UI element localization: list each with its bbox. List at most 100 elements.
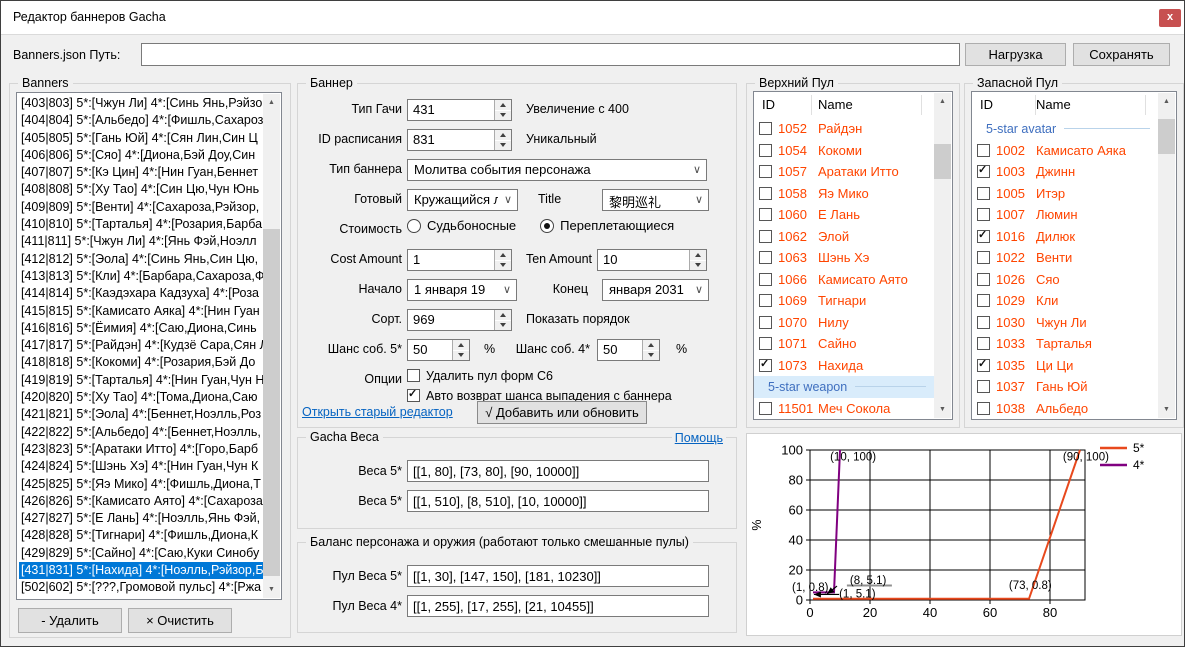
- delete-banner-button[interactable]: - Удалить: [18, 608, 122, 633]
- pool-item-row[interactable]: 1003Джинн: [972, 161, 1158, 183]
- banner-list-item[interactable]: [406|806] 5*:[Сяо] 4*:[Диона,Бэй Доу,Син: [19, 147, 263, 164]
- pool-item-row[interactable]: 1052Райдэн: [754, 118, 934, 140]
- pool-item-checkbox[interactable]: [977, 208, 990, 221]
- col-name[interactable]: Name: [818, 97, 853, 112]
- spin-up-icon[interactable]: [690, 250, 706, 260]
- pool-item-checkbox[interactable]: [759, 402, 772, 415]
- open-old-editor-link[interactable]: Открыть старый редактор: [302, 405, 453, 419]
- banner-list-item[interactable]: [408|808] 5*:[Ху Тао] 4*:[Син Цю,Чун Юнь: [19, 181, 263, 198]
- spin-up-icon[interactable]: [495, 130, 511, 140]
- pool-item-row[interactable]: 1030Чжун Ли: [972, 312, 1158, 334]
- spin-up-icon[interactable]: [495, 100, 511, 110]
- upper-pool-scrollbar[interactable]: ▲ ▼: [934, 93, 951, 418]
- pool-item-checkbox[interactable]: [977, 144, 990, 157]
- pool-item-row[interactable]: 1016Дилюк: [972, 226, 1158, 248]
- pool-item-row[interactable]: 1038Альбедо: [972, 398, 1158, 420]
- banner-list-item[interactable]: [424|824] 5*:[Шэнь Хэ] 4*:[Нин Гуан,Чун …: [19, 458, 263, 475]
- pool-item-row[interactable]: 1033Тарталья: [972, 333, 1158, 355]
- pool-item-checkbox[interactable]: [977, 316, 990, 329]
- pool-item-row[interactable]: 1060Е Лань: [754, 204, 934, 226]
- reserve-pool-scrollbar[interactable]: ▲ ▼: [1158, 93, 1175, 418]
- cost-radio-option[interactable]: Судьбоносные: [407, 218, 516, 233]
- pool-item-row[interactable]: 1066Камисато Аято: [754, 269, 934, 291]
- banner-list-item[interactable]: [431|831] 5*:[Нахида] 4*:[Ноэлль,Рэйзор,…: [19, 562, 263, 579]
- pool-item-checkbox[interactable]: [759, 144, 772, 157]
- banner-list-item[interactable]: [409|809] 5*:[Венти] 4*:[Сахароза,Рэйзор…: [19, 199, 263, 216]
- pool-item-checkbox[interactable]: [759, 230, 772, 243]
- scroll-up-icon[interactable]: ▲: [934, 93, 951, 110]
- pool-item-checkbox[interactable]: [977, 251, 990, 264]
- schedule-id-spinner[interactable]: 831: [407, 129, 512, 151]
- radio-icon[interactable]: [407, 219, 421, 233]
- pool-item-row[interactable]: 1054Кокоми: [754, 140, 934, 162]
- pool-item-checkbox[interactable]: [977, 337, 990, 350]
- spin-down-icon[interactable]: [495, 320, 511, 331]
- scroll-down-icon[interactable]: ▼: [1158, 401, 1175, 418]
- scrollbar-thumb[interactable]: [263, 229, 280, 576]
- banner-list-item[interactable]: [412|812] 5*:[Эола] 4*:[Синь Янь,Син Цю,: [19, 251, 263, 268]
- banner-list-item[interactable]: [418|818] 5*:[Кокоми] 4*:[Розария,Бэй До: [19, 354, 263, 371]
- sort-spinner[interactable]: 969: [407, 309, 512, 331]
- end-date-dropdown[interactable]: января 2031 ∨: [602, 279, 709, 301]
- pool-item-checkbox[interactable]: [759, 273, 772, 286]
- banner-list-item[interactable]: [421|821] 5*:[Эола] 4*:[Беннет,Ноэлль,Ро…: [19, 406, 263, 423]
- pool-item-checkbox[interactable]: [977, 359, 990, 372]
- banners-json-path-input[interactable]: [141, 43, 960, 66]
- spin-up-icon[interactable]: [643, 340, 659, 350]
- banner-list-item[interactable]: [502|602] 5*:[???,Громовой пульс] 4*:[Рж…: [19, 579, 263, 596]
- cost-radio-option[interactable]: Переплетающиеся: [540, 218, 674, 233]
- close-icon[interactable]: x: [1159, 9, 1181, 27]
- add-or-update-button[interactable]: √ Добавить или обновить: [477, 401, 647, 424]
- begin-date-dropdown[interactable]: 1 января 19 ∨: [407, 279, 517, 301]
- spin-down-icon[interactable]: [643, 350, 659, 361]
- pool-item-row[interactable]: 1070Нилу: [754, 312, 934, 334]
- pool-item-row[interactable]: 1037Гань Юй: [972, 376, 1158, 398]
- pool-weights5-input[interactable]: [407, 565, 709, 587]
- prefab-dropdown[interactable]: Кружащийся л ∨: [407, 189, 518, 211]
- banner-list-item[interactable]: [425|825] 5*:[Яэ Мико] 4*:[Фишль,Диона,Т: [19, 476, 263, 493]
- pool-item-row[interactable]: 1057Аратаки Итто: [754, 161, 934, 183]
- load-button[interactable]: Нагрузка: [965, 43, 1066, 66]
- pool-item-checkbox[interactable]: [759, 337, 772, 350]
- col-name[interactable]: Name: [1036, 97, 1071, 112]
- pool-item-checkbox[interactable]: [977, 165, 990, 178]
- option-checkbox[interactable]: [407, 389, 420, 402]
- pool-item-checkbox[interactable]: [759, 187, 772, 200]
- banner-list-item[interactable]: [426|826] 5*:[Камисато Аято] 4*:[Сахароз…: [19, 493, 263, 510]
- spin-down-icon[interactable]: [690, 260, 706, 271]
- banner-list-item[interactable]: [427|827] 5*:[Е Лань] 4*:[Ноэлль,Янь Фэй…: [19, 510, 263, 527]
- pool-item-checkbox[interactable]: [759, 316, 772, 329]
- pool-item-checkbox[interactable]: [759, 251, 772, 264]
- pool-item-checkbox[interactable]: [977, 230, 990, 243]
- pool-item-row[interactable]: 1069Тигнари: [754, 290, 934, 312]
- scrollbar-thumb[interactable]: [934, 144, 951, 179]
- pool-item-row[interactable]: 1062Элой: [754, 226, 934, 248]
- option-checkbox[interactable]: [407, 369, 420, 382]
- pool-item-checkbox[interactable]: [977, 294, 990, 307]
- banner-list-item[interactable]: [428|828] 5*:[Тигнари] 4*:[Фишль,Диона,К: [19, 527, 263, 544]
- pool-item-checkbox[interactable]: [977, 380, 990, 393]
- pool-item-checkbox[interactable]: [759, 359, 772, 372]
- ten-amount-spinner[interactable]: 10: [597, 249, 707, 271]
- banner-list-item[interactable]: [423|823] 5*:[Аратаки Итто] 4*:[Горо,Бар…: [19, 441, 263, 458]
- banners-listbox[interactable]: [403|803] 5*:[Чжун Ли] 4*:[Синь Янь,Рэйз…: [16, 92, 282, 600]
- spin-up-icon[interactable]: [495, 310, 511, 320]
- option-row[interactable]: Удалить пул форм С6: [407, 369, 672, 389]
- pool-item-row[interactable]: 1073Нахида: [754, 355, 934, 377]
- banner-list-item[interactable]: [420|820] 5*:[Ху Тао] 4*:[Тома,Диона,Саю: [19, 389, 263, 406]
- banner-list-item[interactable]: [416|816] 5*:[Ёимия] 4*:[Саю,Диона,Синь: [19, 320, 263, 337]
- banner-list-item[interactable]: [417|817] 5*:[Райдэн] 4*:[Кудзё Сара,Сян…: [19, 337, 263, 354]
- reserve-pool-list[interactable]: ID Name 5-star avatar1002Камисато Аяка10…: [971, 91, 1177, 420]
- clear-banners-button[interactable]: × Очистить: [128, 608, 232, 633]
- banner-list-item[interactable]: [405|805] 5*:[Гань Юй] 4*:[Сян Лин,Син Ц: [19, 130, 263, 147]
- pool-item-row[interactable]: 1005Итэр: [972, 183, 1158, 205]
- scroll-up-icon[interactable]: ▲: [1158, 93, 1175, 110]
- chance5-spinner[interactable]: 50: [407, 339, 470, 361]
- pool-item-row[interactable]: 1071Сайно: [754, 333, 934, 355]
- banner-list-item[interactable]: [413|813] 5*:[Кли] 4*:[Барбара,Сахароза,…: [19, 268, 263, 285]
- spin-up-icon[interactable]: [453, 340, 469, 350]
- spin-down-icon[interactable]: [495, 110, 511, 121]
- banner-list-item[interactable]: [404|804] 5*:[Альбедо] 4*:[Фишль,Сахароз: [19, 112, 263, 129]
- pool-item-checkbox[interactable]: [759, 208, 772, 221]
- banner-type-dropdown[interactable]: Молитва события персонажа ∨: [407, 159, 707, 181]
